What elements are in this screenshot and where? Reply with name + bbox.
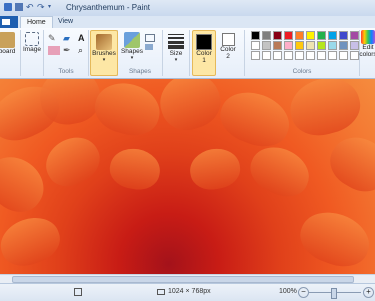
color-swatch[interactable] bbox=[317, 41, 326, 50]
clipboard-icon bbox=[0, 32, 15, 48]
fill-shape-icon[interactable] bbox=[145, 44, 153, 50]
color-swatch[interactable] bbox=[284, 31, 293, 40]
color2-label: Color 2 bbox=[220, 46, 236, 60]
edit-colors-label: Edit colors bbox=[359, 44, 375, 58]
color-swatch[interactable] bbox=[262, 41, 271, 50]
ribbon: board Image ✎ ▰ A ✒ ⌕ Tools Brushes ▾ Sh… bbox=[0, 28, 375, 79]
size-group: Size ▾ bbox=[163, 30, 190, 76]
tools-grid: ✎ ▰ A ✒ ⌕ bbox=[48, 34, 90, 55]
color1-label: Color 1 bbox=[196, 50, 212, 64]
color-swatch[interactable] bbox=[295, 31, 304, 40]
color-swatch[interactable] bbox=[339, 31, 348, 40]
shapes-button[interactable]: Shapes ▾ bbox=[120, 32, 144, 61]
brushes-group: Brushes ▾ bbox=[89, 30, 118, 76]
color-swatch[interactable] bbox=[262, 51, 271, 60]
quick-access-toolbar: ↶ ↷ ▾ bbox=[4, 3, 56, 12]
pencil-icon[interactable]: ✎ bbox=[48, 34, 60, 43]
image-size-icon bbox=[157, 289, 165, 295]
brushes-button[interactable]: Brushes ▾ bbox=[90, 30, 118, 76]
colors-label: Colors bbox=[292, 68, 312, 75]
title-bar: ↶ ↷ ▾ Chrysanthemum - Paint bbox=[0, 0, 375, 17]
color-swatch[interactable] bbox=[339, 51, 348, 60]
brushes-dropdown-icon: ▾ bbox=[102, 57, 106, 63]
customize-qat-icon[interactable]: ▾ bbox=[48, 3, 56, 11]
brushes-label: Brushes bbox=[92, 50, 116, 57]
color-swatch[interactable] bbox=[306, 31, 315, 40]
color-swatch[interactable] bbox=[317, 51, 326, 60]
file-menu-icon bbox=[2, 19, 10, 25]
fill-icon[interactable]: ▰ bbox=[63, 34, 75, 43]
color-swatch[interactable] bbox=[339, 41, 348, 50]
eraser-icon[interactable] bbox=[48, 46, 60, 55]
color1-button[interactable]: Color 1 bbox=[192, 30, 216, 76]
paste-button[interactable]: board bbox=[0, 32, 20, 55]
color-swatch[interactable] bbox=[328, 51, 337, 60]
clipboard-group: board bbox=[0, 30, 21, 76]
image-label: Image bbox=[22, 46, 42, 53]
image-select-icon bbox=[25, 32, 39, 46]
status-bar: 1024 × 768px 100% − + bbox=[0, 283, 375, 301]
image-dimensions: 1024 × 768px bbox=[168, 288, 211, 295]
zoom-slider-thumb[interactable] bbox=[331, 288, 337, 299]
tab-file[interactable] bbox=[0, 16, 18, 28]
tab-view[interactable]: View bbox=[52, 16, 79, 28]
color-swatch[interactable] bbox=[273, 51, 282, 60]
drawing-canvas[interactable] bbox=[0, 79, 375, 274]
shapes-group-label: Shapes bbox=[128, 68, 152, 75]
brush-icon bbox=[96, 34, 112, 50]
chrysanthemum-image bbox=[0, 79, 375, 274]
window-title: Chrysanthemum - Paint bbox=[66, 3, 151, 12]
horizontal-scrollbar[interactable] bbox=[0, 274, 375, 283]
redo-icon[interactable]: ↷ bbox=[37, 3, 45, 12]
shapes-group: Shapes ▾ Shapes bbox=[118, 30, 163, 76]
shapes-icon bbox=[124, 32, 140, 48]
size-dropdown-icon: ▾ bbox=[174, 57, 178, 63]
paint-app-icon[interactable] bbox=[4, 3, 12, 11]
color-swatch[interactable] bbox=[328, 31, 337, 40]
color-swatch[interactable] bbox=[284, 51, 293, 60]
ribbon-tabs: Home View bbox=[0, 16, 375, 29]
zoom-level: 100% bbox=[279, 288, 297, 295]
color-picker-icon[interactable]: ✒ bbox=[63, 46, 75, 55]
color-swatch[interactable] bbox=[328, 41, 337, 50]
outline-icon[interactable] bbox=[145, 34, 155, 42]
shapes-dropdown-icon: ▾ bbox=[130, 55, 134, 61]
color-swatch[interactable] bbox=[262, 31, 271, 40]
cursor-position-icon bbox=[74, 288, 82, 296]
color2-swatch bbox=[221, 33, 235, 46]
color-swatch[interactable] bbox=[295, 51, 304, 60]
color-swatch[interactable] bbox=[284, 41, 293, 50]
scrollbar-thumb[interactable] bbox=[12, 276, 354, 283]
size-label: Size bbox=[169, 50, 183, 57]
color-swatch[interactable] bbox=[251, 51, 260, 60]
size-button[interactable]: Size ▾ bbox=[165, 32, 187, 63]
color2-button[interactable]: Color 2 bbox=[217, 30, 239, 60]
edit-colors-button[interactable]: Edit colors bbox=[357, 30, 375, 58]
save-icon[interactable] bbox=[15, 3, 23, 11]
tools-group: ✎ ▰ A ✒ ⌕ Tools bbox=[44, 30, 89, 76]
color-swatch[interactable] bbox=[317, 31, 326, 40]
zoom-in-button[interactable]: + bbox=[363, 287, 374, 298]
tools-label: Tools bbox=[58, 68, 74, 75]
shapes-button-label: Shapes bbox=[120, 48, 144, 55]
edit-colors-icon bbox=[361, 30, 375, 44]
clipboard-label: board bbox=[0, 48, 16, 55]
color-swatch[interactable] bbox=[273, 31, 282, 40]
color-swatch[interactable] bbox=[251, 31, 260, 40]
color-swatch[interactable] bbox=[306, 41, 315, 50]
undo-icon[interactable]: ↶ bbox=[26, 3, 34, 12]
zoom-slider[interactable] bbox=[309, 288, 361, 299]
image-button[interactable]: Image bbox=[21, 32, 43, 53]
color-palette bbox=[251, 31, 360, 60]
color-swatch[interactable] bbox=[295, 41, 304, 50]
color-swatch[interactable] bbox=[273, 41, 282, 50]
zoom-out-button[interactable]: − bbox=[298, 287, 309, 298]
color1-swatch bbox=[196, 34, 212, 50]
color-swatch[interactable] bbox=[251, 41, 260, 50]
color-swatch[interactable] bbox=[306, 51, 315, 60]
size-lines-icon bbox=[168, 34, 184, 50]
image-group: Image bbox=[21, 30, 44, 76]
